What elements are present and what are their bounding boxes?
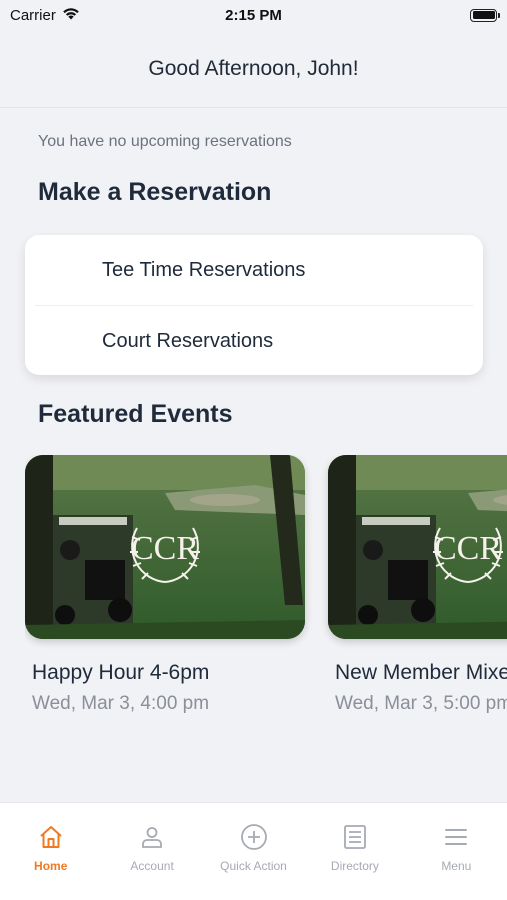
wifi-icon: [62, 7, 80, 24]
tab-menu[interactable]: Menu: [406, 803, 507, 900]
directory-icon: [341, 823, 369, 851]
menu-icon: [442, 823, 470, 851]
event-date: Wed, Mar 3, 4:00 pm: [32, 693, 210, 714]
home-icon: [37, 823, 65, 851]
reservation-card: Tee Time Reservations Court Reservations: [25, 235, 483, 375]
event-title: New Member Mixer: [335, 661, 507, 684]
tab-label: Home: [34, 859, 68, 873]
plus-circle-icon: [240, 823, 268, 851]
tab-quick-action[interactable]: Quick Action: [203, 803, 304, 900]
event-image: CCR: [328, 455, 507, 639]
no-reservations-text: You have no upcoming reservations: [38, 133, 292, 150]
event-card[interactable]: CCR New Member Mixer Wed, Mar 3, 5:00 pm: [328, 455, 507, 715]
tab-label: Menu: [441, 859, 472, 873]
tab-label: Quick Action: [220, 859, 287, 873]
status-left: Carrier: [10, 7, 80, 24]
event-image: CCR: [25, 455, 305, 639]
tab-home[interactable]: Home: [0, 803, 101, 900]
tab-label: Directory: [330, 859, 379, 873]
featured-events-carousel[interactable]: CCR Happy Hour 4-6pm Wed, Mar 3, 4:00 pm: [25, 455, 507, 725]
event-title: Happy Hour 4-6pm: [32, 661, 210, 684]
featured-events-heading: Featured Events: [38, 400, 233, 428]
account-icon: [138, 823, 166, 851]
tee-time-reservations-button[interactable]: Tee Time Reservations: [25, 235, 483, 305]
event-card[interactable]: CCR Happy Hour 4-6pm Wed, Mar 3, 4:00 pm: [25, 455, 305, 715]
club-logo-text: CCR: [131, 530, 199, 567]
carrier-label: Carrier: [10, 6, 56, 24]
court-reservations-button[interactable]: Court Reservations: [25, 306, 483, 376]
club-logo-text: CCR: [434, 530, 502, 567]
event-date: Wed, Mar 3, 5:00 pm: [335, 693, 507, 714]
tab-directory[interactable]: Directory: [304, 803, 405, 900]
status-bar: Carrier 2:15 PM: [0, 0, 507, 30]
tab-account[interactable]: Account: [101, 803, 202, 900]
battery-icon: [470, 8, 500, 22]
tab-bar: Home Account Quick Action Directory Menu: [0, 802, 507, 900]
page-title: Good Afternoon, John!: [0, 30, 507, 108]
make-reservation-heading: Make a Reservation: [38, 178, 272, 206]
tab-label: Account: [130, 859, 174, 873]
